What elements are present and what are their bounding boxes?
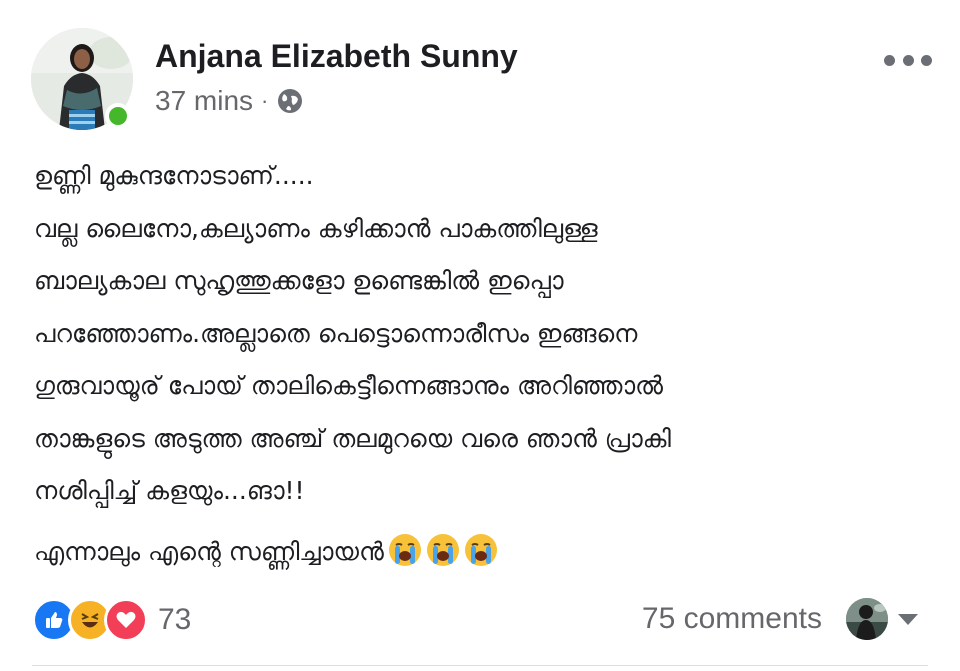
post-line: പറഞ്ഞോണം.അല്ലാതെ പെട്ടൊന്നൊരീസം ഇങ്ങനെ <box>34 318 638 348</box>
reactions-summary[interactable]: 73 <box>32 598 192 642</box>
divider <box>32 665 928 666</box>
author-name[interactable]: Anjana Elizabeth Sunny <box>155 38 518 75</box>
more-dot-3 <box>921 54 932 66</box>
post-body: ഉണ്ണി മുകുന്ദനോടാണ്..... വല്ല ലൈനോ,കല്യാ… <box>34 150 934 578</box>
more-dot-1 <box>884 54 895 66</box>
more-options-icon[interactable] <box>884 50 932 70</box>
viewer-avatar[interactable] <box>846 598 888 640</box>
comments-count[interactable]: 75 comments <box>642 602 822 636</box>
crying-emoji-icon <box>426 533 460 567</box>
chevron-down-icon[interactable] <box>897 612 919 626</box>
globe-icon[interactable] <box>276 87 304 115</box>
online-status-dot <box>105 103 131 129</box>
more-dot-2 <box>902 54 914 66</box>
reaction-count: 73 <box>158 603 192 636</box>
post-line: താങ്കളുടെ അടുത്ത അഞ്ച് തലമുറയെ വരെ ഞാൻ പ… <box>34 423 671 453</box>
post-line: വല്ല ലൈനോ,കല്യാണം കഴിക്കാൻ പാകത്തിലുള്ള <box>34 213 598 243</box>
post-last-line: എന്നാലും എന്റെ സണ്ണിച്ചായൻ <box>34 526 934 579</box>
crying-emoji-icon <box>388 533 422 567</box>
crying-emoji-icon <box>464 533 498 567</box>
meta-separator: · <box>261 88 269 113</box>
facebook-post: Anjana Elizabeth Sunny 37 mins · ഉണ്ണി മ… <box>0 0 960 671</box>
post-line: ഉണ്ണി മുകുന്ദനോടാണ്..... <box>34 161 314 190</box>
post-line: ബാല്യകാല സുഹൃത്തുക്കളോ ഉണ്ടെങ്കിൽ ഇപ്പൊ <box>34 266 564 295</box>
post-time[interactable]: 37 mins <box>155 85 253 117</box>
author-avatar[interactable] <box>31 28 133 130</box>
post-meta: 37 mins · <box>155 84 304 118</box>
love-reaction-icon <box>104 598 148 642</box>
post-line: ഗുരുവായൂര് പോയ് താലികെട്ടീന്നെങ്ങാനും അറ… <box>34 371 663 400</box>
post-line: നശിപ്പിച്ച് കളയും...ങാ!! <box>34 476 305 505</box>
post-last-line-text: എന്നാലും എന്റെ സണ്ണിച്ചായൻ <box>34 536 384 566</box>
